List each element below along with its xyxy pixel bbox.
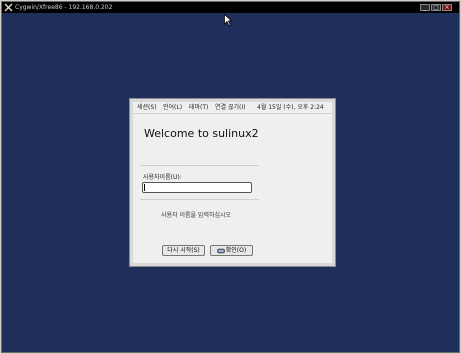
gdm-menubar: 세션(S) 언어(L) 테마(T) 연결 끊기(I) 4월 15일 (수), 오… (133, 102, 332, 114)
username-prompt: 사용자 이름을 입력하십시오 (161, 212, 232, 219)
window-title: Cygwin/Xfree86 - 192.168.0.202 (15, 4, 113, 11)
mouse-pointer-icon (224, 14, 232, 26)
menu-disconnect[interactable]: 연결 끊기(I) (215, 102, 245, 113)
ok-button[interactable]: 확인(O) (210, 245, 253, 256)
restart-button-label: 다시 시작(S) (167, 247, 200, 254)
text-caret (144, 184, 145, 191)
username-label: 사용자이름(U): (143, 174, 182, 181)
welcome-heading: Welcome to sulinux2 (144, 127, 259, 140)
login-dialog: 세션(S) 언어(L) 테마(T) 연결 끊기(I) 4월 15일 (수), 오… (129, 98, 336, 267)
close-button[interactable]: × (442, 4, 452, 11)
divider (140, 165, 259, 166)
x-server-window: Cygwin/Xfree86 - 192.168.0.202 _ □ × 세션(… (1, 1, 460, 353)
divider (140, 199, 259, 200)
menu-theme[interactable]: 테마(T) (189, 102, 208, 113)
ok-button-label: 확인(O) (225, 247, 247, 254)
key-icon (217, 248, 225, 253)
clock: 4월 15일 (수), 오후 2:24 (257, 104, 324, 111)
maximize-button[interactable]: □ (431, 4, 441, 11)
username-input[interactable] (142, 182, 252, 193)
cygwin-x-icon (4, 3, 13, 12)
menu-session[interactable]: 세션(S) (137, 102, 157, 113)
titlebar: Cygwin/Xfree86 - 192.168.0.202 _ □ × (2, 2, 459, 13)
restart-button[interactable]: 다시 시작(S) (162, 245, 205, 256)
menu-language[interactable]: 언어(L) (163, 102, 182, 113)
login-panel: 세션(S) 언어(L) 테마(T) 연결 끊기(I) 4월 15일 (수), 오… (133, 102, 332, 263)
minimize-button[interactable]: _ (420, 4, 430, 11)
